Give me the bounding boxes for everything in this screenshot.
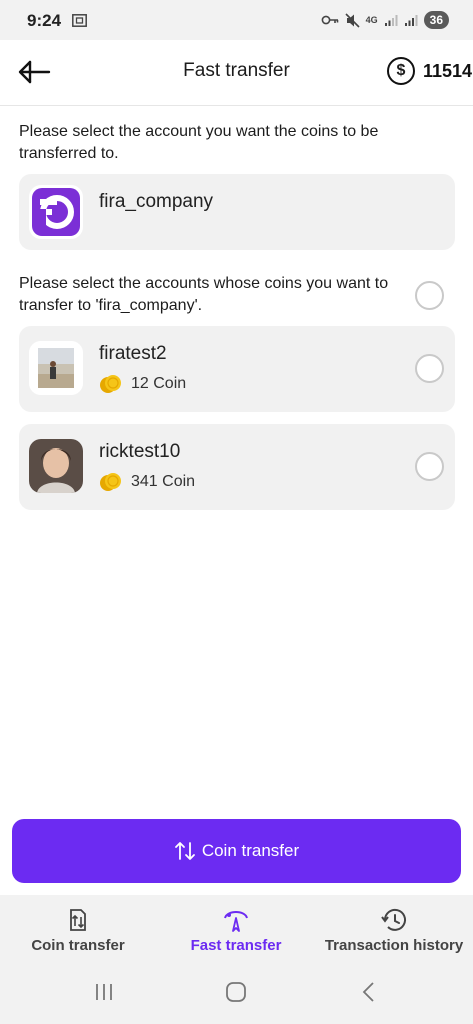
coin-amount-text: 341 Coin bbox=[131, 473, 196, 490]
coin-balance: $ 11514 bbox=[387, 57, 472, 85]
select-all-radio[interactable] bbox=[415, 281, 444, 310]
profile-photo bbox=[29, 341, 83, 395]
mute-icon bbox=[345, 12, 360, 28]
swap-arrows-icon bbox=[174, 842, 195, 860]
system-nav-bar bbox=[0, 961, 473, 1024]
fira-logo-icon bbox=[32, 188, 80, 236]
recent-apps-icon[interactable] bbox=[92, 981, 116, 1003]
coins-icon bbox=[100, 473, 121, 491]
tab-coin-transfer[interactable]: Coin transfer bbox=[28, 895, 128, 961]
select-account-radio[interactable] bbox=[415, 354, 444, 383]
status-bar: 9:24 4G 36 bbox=[0, 0, 473, 40]
tab-coin-transfer-label: Coin transfer bbox=[31, 937, 125, 954]
balance-value: 11514 bbox=[423, 60, 473, 81]
source-account-name: ricktest10 bbox=[99, 441, 181, 462]
tab-fast-transfer-label: Fast transfer bbox=[190, 937, 282, 954]
bottom-tab-bar: Coin transfer Fast transfer Transaction … bbox=[0, 895, 473, 961]
avatar bbox=[29, 439, 83, 493]
coin-transfer-button[interactable]: Coin transfer bbox=[12, 819, 461, 883]
vpn-key-icon bbox=[321, 15, 338, 25]
select-account-radio[interactable] bbox=[415, 452, 444, 481]
source-account-card[interactable]: ricktest10 341 Coin bbox=[19, 424, 455, 510]
screenshot-icon bbox=[72, 14, 87, 27]
tab-transaction-history[interactable]: Transaction history bbox=[324, 895, 464, 961]
source-account-name: firatest2 bbox=[99, 343, 167, 364]
coin-amount-text: 12 Coin bbox=[131, 375, 187, 392]
profile-photo bbox=[29, 439, 83, 493]
network-type: 4G bbox=[365, 15, 378, 25]
target-account-name: fira_company bbox=[99, 191, 214, 212]
battery-indicator: 36 bbox=[423, 11, 449, 29]
fast-transfer-icon bbox=[224, 911, 248, 932]
system-back-icon[interactable] bbox=[357, 981, 381, 1003]
fira-company-logo bbox=[29, 185, 83, 239]
coin-amount: 12 Coin bbox=[99, 374, 186, 394]
coin-transfer-button-label: Coin transfer bbox=[201, 841, 300, 860]
status-time: 9:24 bbox=[27, 11, 62, 30]
avatar bbox=[29, 341, 83, 395]
source-instruction: Please select the accounts whose coins y… bbox=[19, 275, 389, 314]
tab-transaction-history-label: Transaction history bbox=[324, 937, 464, 954]
target-instruction: Please select the account you want the c… bbox=[19, 123, 379, 162]
tab-fast-transfer[interactable]: Fast transfer bbox=[183, 895, 289, 961]
history-icon bbox=[381, 908, 406, 931]
source-account-card[interactable]: firatest2 12 Coin bbox=[19, 326, 455, 412]
coin-amount: 341 Coin bbox=[99, 472, 195, 492]
app-header: Fast transfer $ 11514 bbox=[0, 40, 473, 106]
signal-icon bbox=[384, 15, 398, 26]
home-icon[interactable] bbox=[224, 981, 248, 1003]
coin-transfer-icon bbox=[70, 909, 86, 931]
target-account-card[interactable]: fira_company bbox=[19, 174, 455, 250]
signal-icon-2 bbox=[404, 15, 418, 26]
dollar-coin-icon: $ bbox=[387, 57, 415, 85]
coins-icon bbox=[100, 375, 121, 393]
